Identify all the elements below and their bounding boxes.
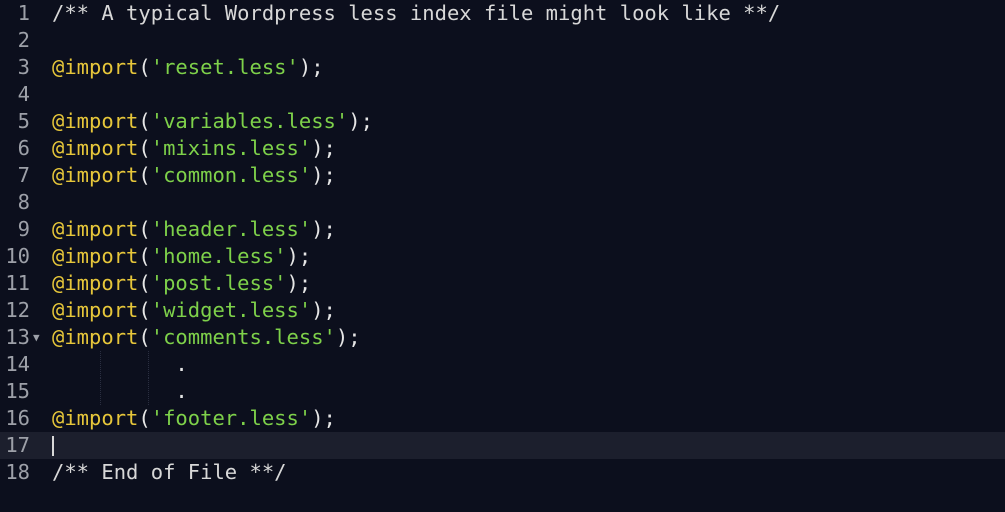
- line-number: 5: [17, 109, 30, 133]
- fold-toggle-icon[interactable]: ▼: [33, 324, 43, 351]
- line-number: 2: [17, 28, 30, 52]
- open-paren: (: [138, 298, 151, 322]
- line-number: 18: [5, 460, 30, 484]
- code-line[interactable]: 11 @import('post.less');: [0, 270, 1005, 297]
- import-keyword: @import: [52, 244, 139, 268]
- close-paren: );: [311, 163, 336, 187]
- line-number: 16: [5, 406, 30, 430]
- code-line[interactable]: 1 /** A typical Wordpress less index fil…: [0, 0, 1005, 27]
- code-line[interactable]: 10 @import('home.less');: [0, 243, 1005, 270]
- code-line[interactable]: 9 @import('header.less');: [0, 216, 1005, 243]
- text-cursor: [52, 436, 54, 456]
- close-paren: );: [348, 109, 373, 133]
- close-paren: );: [311, 217, 336, 241]
- line-number: 17: [5, 433, 30, 457]
- open-paren: (: [138, 55, 151, 79]
- code-content: @import('header.less');: [52, 216, 336, 243]
- close-paren: );: [311, 406, 336, 430]
- line-number: 4: [17, 82, 30, 106]
- string-literal: 'comments.less': [150, 325, 336, 349]
- line-number: 10: [5, 244, 30, 268]
- close-paren: );: [335, 325, 361, 349]
- current-code-line[interactable]: 17: [0, 432, 1005, 459]
- code-content: @import('footer.less');: [52, 405, 336, 432]
- code-line[interactable]: 2: [0, 27, 1005, 54]
- line-number: 8: [17, 190, 30, 214]
- comment-text: /** End of File **/: [52, 460, 287, 484]
- open-paren: (: [138, 244, 151, 268]
- close-paren: );: [298, 55, 324, 79]
- code-line[interactable]: 14 .: [0, 351, 1005, 378]
- code-line[interactable]: 15 .: [0, 378, 1005, 405]
- code-line[interactable]: 5 @import('variables.less');: [0, 108, 1005, 135]
- code-line[interactable]: 18 /** End of File **/: [0, 459, 1005, 486]
- open-paren: (: [138, 406, 151, 430]
- import-keyword: @import: [52, 136, 139, 160]
- string-literal: 'widget.less': [150, 298, 312, 322]
- open-paren: (: [138, 271, 151, 295]
- import-keyword: @import: [52, 55, 139, 79]
- code-line[interactable]: 12 @import('widget.less');: [0, 297, 1005, 324]
- string-literal: 'home.less': [150, 244, 287, 268]
- open-paren: (: [138, 325, 151, 349]
- code-content: @import('home.less');: [52, 243, 311, 270]
- import-keyword: @import: [52, 163, 139, 187]
- line-number: 6: [17, 136, 30, 160]
- open-paren: (: [138, 136, 151, 160]
- import-keyword: @import: [52, 298, 139, 322]
- line-number: 12: [5, 298, 30, 322]
- open-paren: (: [138, 163, 151, 187]
- code-line[interactable]: 3 @import('reset.less');: [0, 54, 1005, 81]
- string-literal: 'variables.less': [150, 109, 349, 133]
- close-paren: );: [311, 298, 336, 322]
- import-keyword: @import: [52, 325, 139, 349]
- import-keyword: @import: [52, 406, 139, 430]
- code-editor[interactable]: 1 /** A typical Wordpress less index fil…: [0, 0, 1005, 512]
- line-number: 14: [5, 352, 30, 376]
- code-line[interactable]: 4: [0, 81, 1005, 108]
- import-keyword: @import: [52, 217, 139, 241]
- line-number: 9: [17, 217, 30, 241]
- comment-text: /** A typical Wordpress less index file …: [52, 1, 781, 25]
- string-literal: 'common.less': [150, 163, 312, 187]
- close-paren: );: [311, 136, 336, 160]
- string-literal: 'footer.less': [150, 406, 312, 430]
- line-number: 13: [5, 325, 30, 349]
- line-number: 15: [5, 379, 30, 403]
- code-line[interactable]: 7 @import('common.less');: [0, 162, 1005, 189]
- line-number: 3: [17, 55, 30, 79]
- string-literal: 'header.less': [150, 217, 312, 241]
- code-content: @import('common.less');: [52, 162, 336, 189]
- code-line[interactable]: 13 ▼ @import('comments.less');: [0, 324, 1005, 351]
- code-content: @import('post.less');: [52, 270, 311, 297]
- line-number: 11: [5, 271, 30, 295]
- code-content: @import('widget.less');: [52, 297, 336, 324]
- line-number: 1: [17, 1, 30, 25]
- open-paren: (: [138, 217, 151, 241]
- string-literal: 'reset.less': [150, 55, 299, 79]
- code-line[interactable]: 6 @import('mixins.less');: [0, 135, 1005, 162]
- close-paren: );: [286, 244, 312, 268]
- import-keyword: @import: [52, 271, 139, 295]
- open-paren: (: [138, 109, 151, 133]
- ellipsis-dot: .: [52, 379, 188, 403]
- code-content: @import('variables.less');: [52, 108, 373, 135]
- code-line[interactable]: 8: [0, 189, 1005, 216]
- code-content: @import('comments.less');: [52, 324, 361, 351]
- close-paren: );: [286, 271, 312, 295]
- code-content: @import('reset.less');: [52, 54, 324, 81]
- string-literal: 'mixins.less': [150, 136, 312, 160]
- import-keyword: @import: [52, 109, 139, 133]
- code-content: @import('mixins.less');: [52, 135, 336, 162]
- line-number: 7: [17, 163, 30, 187]
- string-literal: 'post.less': [150, 271, 287, 295]
- code-line[interactable]: 16 @import('footer.less');: [0, 405, 1005, 432]
- ellipsis-dot: .: [52, 352, 188, 376]
